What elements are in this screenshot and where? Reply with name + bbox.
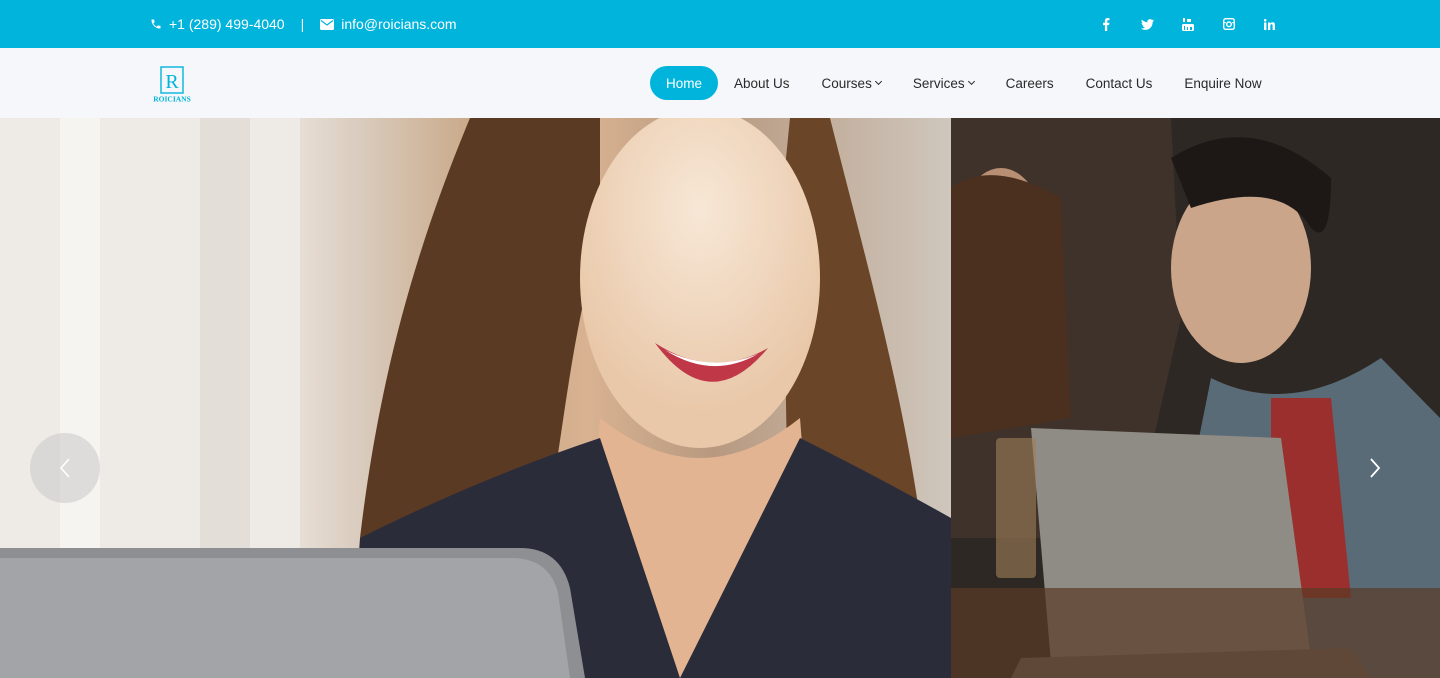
social-links [1094, 0, 1299, 48]
top-contact-bar: +1 (289) 499-4040 | info@roicians.com [0, 0, 1440, 48]
nav-item-courses-label: Courses [821, 75, 872, 91]
chevron-down-icon [874, 77, 882, 86]
main-navbar: R ROICIANS Home About Us Courses Service… [0, 48, 1440, 118]
nav-item-courses[interactable]: Courses [806, 66, 897, 100]
contact-separator: | [300, 16, 305, 32]
hero-slide-woman-laughing [0, 118, 951, 678]
logo-mark: R [165, 71, 179, 93]
nav-item-home[interactable]: Home [650, 66, 719, 100]
nav-item-careers[interactable]: Careers [990, 66, 1070, 100]
email-address[interactable]: info@roicians.com [341, 16, 456, 32]
twitter-icon[interactable] [1135, 12, 1159, 36]
friends-laughing-illustration [951, 118, 1440, 678]
carousel-prev-button[interactable] [30, 433, 100, 503]
woman-laughing-illustration [0, 118, 951, 678]
chevron-right-icon [1370, 458, 1381, 478]
phone-icon [150, 18, 162, 30]
hero-slide-friends-laughing [951, 118, 1440, 678]
phone-number[interactable]: +1 (289) 499-4040 [169, 16, 285, 32]
youtube-icon[interactable] [1176, 12, 1200, 36]
logo-wordmark: ROICIANS [153, 95, 191, 104]
hero-carousel [0, 118, 1440, 678]
nav-item-contact-us[interactable]: Contact Us [1070, 66, 1169, 100]
nav-item-enquire-now[interactable]: Enquire Now [1168, 66, 1277, 100]
facebook-icon[interactable] [1094, 12, 1118, 36]
instagram-icon[interactable] [1217, 12, 1241, 36]
roicians-logo[interactable]: R ROICIANS [150, 66, 194, 104]
carousel-next-button[interactable] [1355, 448, 1395, 488]
nav-item-services-label: Services [912, 75, 965, 91]
envelope-icon [320, 18, 335, 30]
linkedin-icon[interactable] [1258, 12, 1282, 36]
chevron-left-icon [59, 458, 70, 478]
contact-info: +1 (289) 499-4040 | info@roicians.com [150, 0, 457, 48]
chevron-down-icon [967, 77, 975, 86]
nav-menu: Home About Us Courses Services Careers C… [650, 66, 1278, 100]
nav-item-about-us[interactable]: About Us [718, 66, 806, 100]
nav-item-services[interactable]: Services [897, 66, 990, 100]
